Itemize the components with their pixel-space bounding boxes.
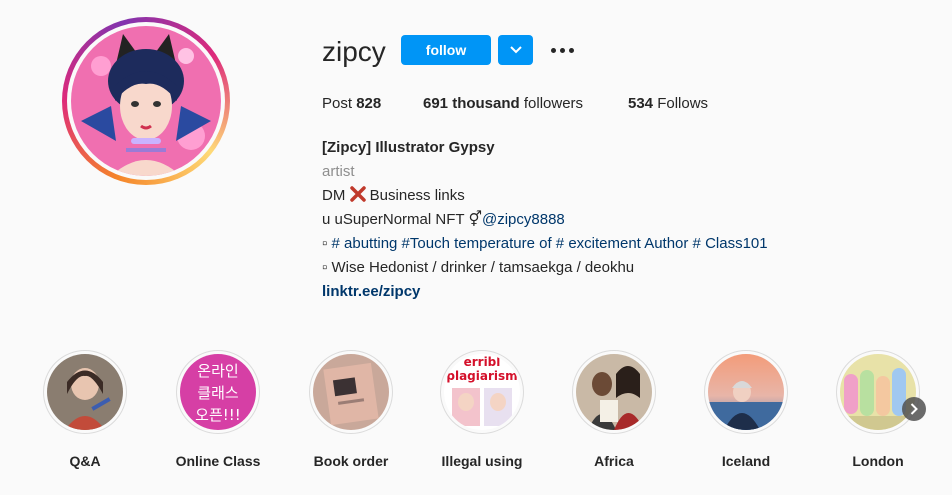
highlight-ring: [309, 350, 393, 434]
bio-name: [Zipcy] Illustrator Gypsy: [322, 139, 495, 156]
bio-nft-text: u uSuperNormal NFT ⚥: [322, 211, 482, 228]
highlight-label: Iceland: [721, 453, 771, 469]
highlight-label: London: [852, 453, 904, 469]
bio-line-hedonist: ▫ Wise Hedonist / drinker / tamsaekga / …: [322, 259, 635, 276]
highlight-label: Q&A: [69, 453, 101, 469]
illegal-text-1: erribl: [464, 355, 501, 369]
highlight-online-class[interactable]: 온라인 클래스 오픈!!! Online Class: [173, 350, 263, 469]
followers-stat[interactable]: 691 thousand followers: [423, 95, 583, 113]
cross-mark-icon: [349, 186, 366, 202]
bio-category: artist: [322, 163, 355, 180]
online-class-text-2: 클래스: [197, 384, 239, 402]
highlight-label: Book order: [313, 453, 389, 469]
online-class-text-3: 오픈!!!: [195, 406, 241, 424]
bio-line-dm: DM Business links: [322, 184, 768, 208]
bio-business-links: Business links: [369, 187, 465, 204]
followers-count: 691 thousand: [423, 95, 520, 112]
iceland-highlight-icon: [708, 354, 784, 430]
highlight-label: Online Class: [175, 453, 261, 469]
profile-username: zipcy: [322, 36, 386, 67]
bio-line-nft: u uSuperNormal NFT ⚥@zipcy8888: [322, 208, 768, 232]
profile-page: zipcy follow Post 828 691 thousand follo…: [0, 0, 952, 495]
highlight-ring: erribl plagiarism: [440, 350, 524, 434]
highlight-ring: [836, 350, 920, 434]
chevron-right-icon: [910, 403, 918, 415]
online-class-highlight-icon: 온라인 클래스 오픈!!!: [180, 354, 256, 430]
posts-count: 828: [356, 95, 382, 112]
highlight-qa[interactable]: Q&A: [40, 350, 130, 469]
highlight-label: Africa: [594, 453, 634, 469]
bio-dm-text: DM: [322, 187, 346, 204]
posts-label: Post: [322, 95, 353, 112]
more-dot-icon: [550, 47, 556, 53]
chevron-down-icon: [509, 46, 522, 54]
online-class-text-1: 온라인: [197, 362, 238, 380]
following-label: Follows: [657, 95, 709, 112]
africa-highlight-icon: [576, 354, 652, 430]
highlights-next-button[interactable]: [902, 397, 926, 421]
more-dot-icon: [559, 47, 565, 53]
highlight-illegal-using[interactable]: erribl plagiarism Illegal using: [437, 350, 527, 469]
following-count: 534: [628, 95, 654, 112]
highlight-label: Illegal using: [441, 453, 523, 469]
highlight-africa[interactable]: Africa: [569, 350, 659, 469]
followers-label: followers: [523, 95, 584, 112]
bio-line-tags: ▫ # abutting #Touch temperature of # exc…: [322, 232, 768, 256]
highlight-ring: [43, 350, 127, 434]
book-order-highlight-icon: [313, 354, 389, 430]
highlight-iceland[interactable]: Iceland: [701, 350, 791, 469]
highlight-ring: 온라인 클래스 오픈!!!: [176, 350, 260, 434]
bio-bullet: ▫: [322, 235, 328, 252]
bio-external-link[interactable]: linktr.ee/zipcy: [322, 280, 768, 304]
illegal-using-highlight-icon: erribl plagiarism: [444, 354, 520, 430]
posts-stat: Post 828: [322, 95, 381, 113]
illegal-text-2: plagiarism: [446, 369, 517, 383]
follow-button[interactable]: follow: [401, 35, 491, 65]
profile-bio: [Zipcy] Illustrator Gypsy artist DM Busi…: [322, 136, 768, 304]
suggested-accounts-button[interactable]: [498, 35, 533, 65]
more-options-button[interactable]: [547, 38, 577, 62]
highlight-ring: [572, 350, 656, 434]
highlight-book-order[interactable]: Book order: [306, 350, 396, 469]
following-stat[interactable]: 534 Follows: [628, 95, 708, 113]
avatar-illustration-icon: [71, 26, 221, 176]
london-highlight-icon: [840, 354, 916, 430]
highlight-ring: [704, 350, 788, 434]
more-dot-icon: [568, 47, 574, 53]
qa-highlight-icon: [47, 354, 123, 430]
bio-mention-link[interactable]: @zipcy8888: [482, 211, 565, 228]
bio-hashtags[interactable]: # abutting #Touch temperature of # excit…: [332, 235, 768, 252]
avatar-border: [67, 22, 225, 180]
profile-avatar[interactable]: [62, 17, 230, 185]
